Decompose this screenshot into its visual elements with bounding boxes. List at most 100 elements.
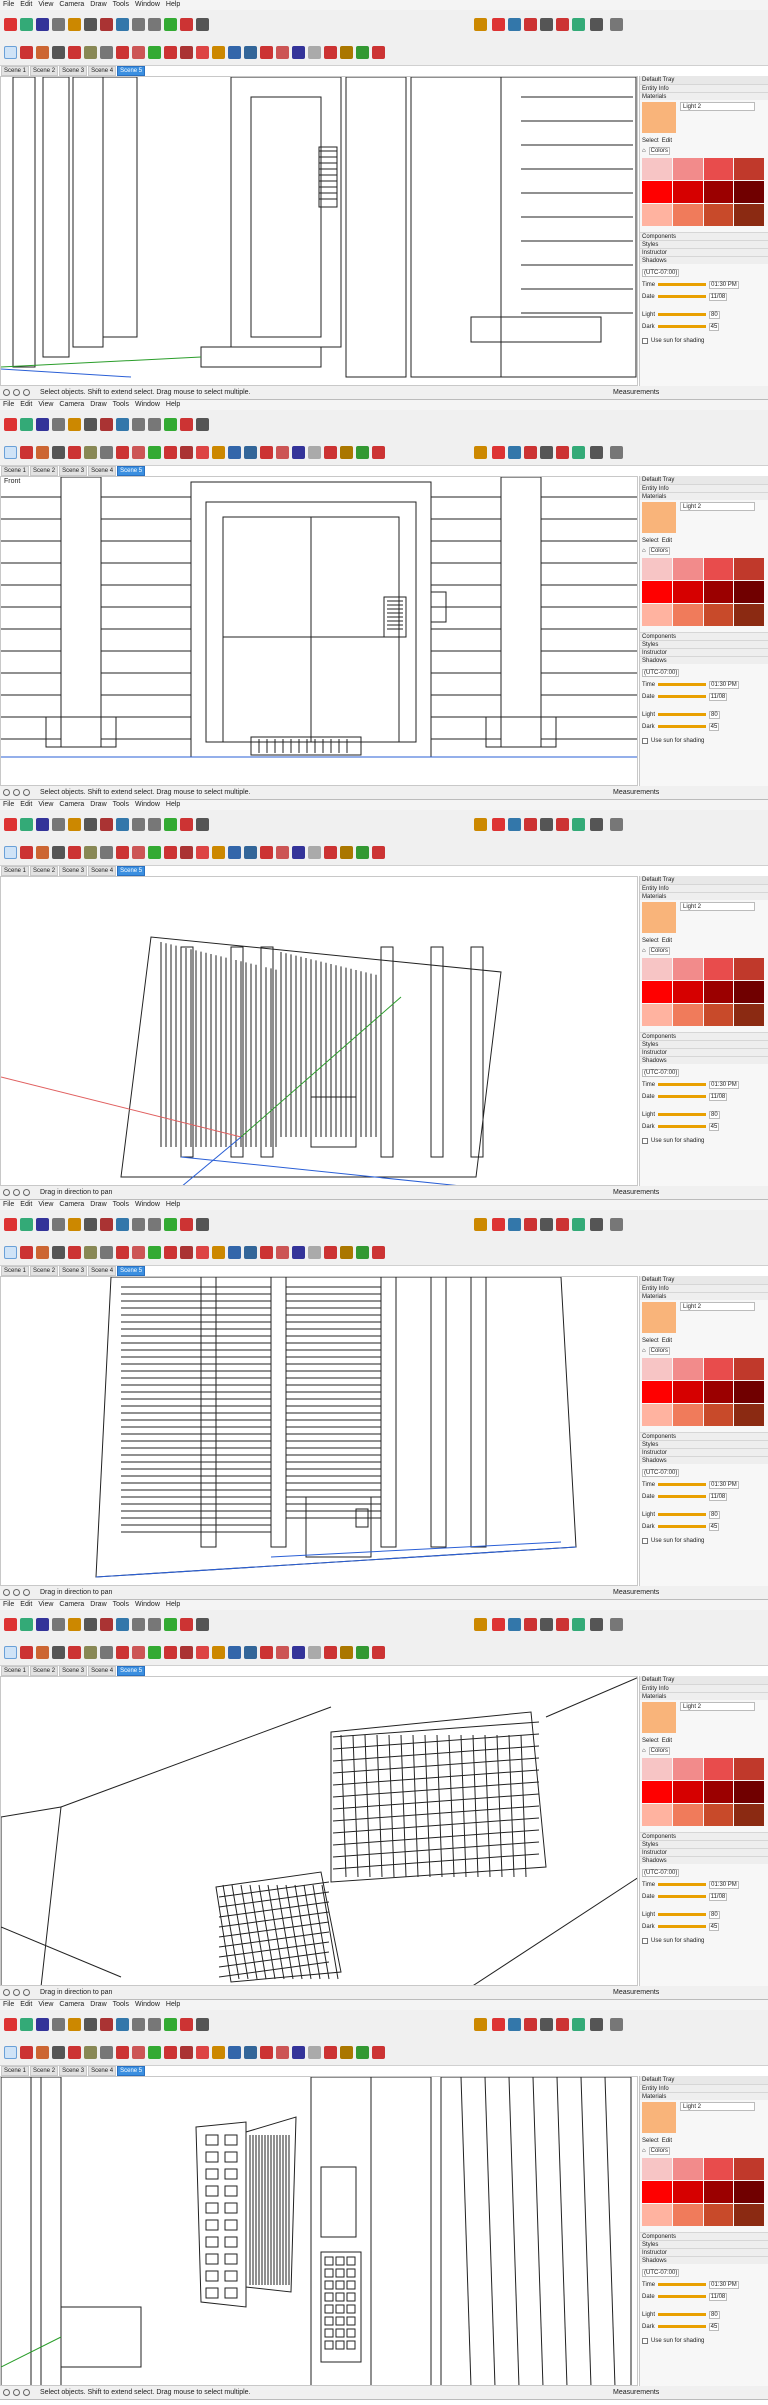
camera-tool-icon[interactable] xyxy=(540,1218,553,1231)
scene-tab-4[interactable]: Scene 4 xyxy=(88,2066,117,2076)
tool-icon[interactable] xyxy=(372,1646,385,1659)
material-name-field[interactable]: Light 2 xyxy=(680,502,755,511)
scene-tab-1[interactable]: Scene 1 xyxy=(1,66,30,76)
styles-header[interactable]: Styles xyxy=(640,2240,768,2248)
light-field[interactable]: 80 xyxy=(709,2310,720,2319)
tool-icon[interactable] xyxy=(212,46,225,59)
scene-tab-2[interactable]: Scene 2 xyxy=(30,1266,59,1276)
shadow-slider[interactable] xyxy=(657,1895,706,1898)
entity-info-header[interactable]: Entity Info xyxy=(640,884,768,892)
date-field[interactable]: 11/08 xyxy=(708,692,728,701)
tool-icon[interactable] xyxy=(148,2046,161,2059)
menu-file[interactable]: File xyxy=(3,800,14,810)
select-tab[interactable]: Select xyxy=(642,2138,659,2144)
time-field[interactable]: 01:30 PM xyxy=(709,680,739,689)
tool-icon[interactable] xyxy=(148,1646,161,1659)
tool-icon[interactable] xyxy=(212,2046,225,2059)
settings-icon[interactable] xyxy=(23,1589,30,1596)
tool-icon[interactable] xyxy=(36,1246,49,1259)
date-field[interactable]: 11/08 xyxy=(708,1892,728,1901)
tool-icon[interactable] xyxy=(372,46,385,59)
tool-icon[interactable] xyxy=(164,446,177,459)
toolbar-button-icon[interactable] xyxy=(20,1218,33,1231)
tool-icon[interactable] xyxy=(116,1646,129,1659)
material-color-cell[interactable] xyxy=(703,2181,734,2203)
library-dropdown[interactable]: Colors xyxy=(648,146,670,155)
dark-field[interactable]: 45 xyxy=(708,1922,720,1931)
shadow-slider[interactable] xyxy=(658,1913,707,1916)
scene-tab-3[interactable]: Scene 3 xyxy=(59,66,88,76)
tool-icon[interactable] xyxy=(164,2046,177,2059)
camera-tool-icon[interactable] xyxy=(610,446,623,459)
components-header[interactable]: Components xyxy=(640,1432,768,1440)
material-color-cell[interactable] xyxy=(642,1004,672,1026)
tool-icon[interactable] xyxy=(132,446,145,459)
shadow-slider[interactable] xyxy=(658,683,707,686)
menu-view[interactable]: View xyxy=(38,1200,53,1210)
material-color-cell[interactable] xyxy=(734,1404,764,1426)
toolbar-button-icon[interactable] xyxy=(52,1618,65,1631)
timezone-dropdown[interactable]: (UTC-07:00) xyxy=(642,2268,680,2277)
toolbar-button-icon[interactable] xyxy=(116,818,129,831)
tool-icon[interactable] xyxy=(100,846,113,859)
tool-icon[interactable] xyxy=(68,1246,81,1259)
scene-tab-4[interactable]: Scene 4 xyxy=(88,66,117,76)
material-color-cell[interactable] xyxy=(642,1781,672,1803)
material-swatch[interactable] xyxy=(642,2102,676,2133)
tool-icon[interactable] xyxy=(356,2046,369,2059)
shadows-header[interactable]: Shadows xyxy=(640,256,768,264)
tool-icon[interactable] xyxy=(52,2046,65,2059)
shadow-slider[interactable] xyxy=(657,325,706,328)
toolbar-button-icon[interactable] xyxy=(100,1218,113,1231)
tool-icon[interactable] xyxy=(100,1246,113,1259)
toolbar-button-icon[interactable] xyxy=(52,418,65,431)
material-name-field[interactable]: Light 2 xyxy=(680,2102,755,2111)
shadows-header[interactable]: Shadows xyxy=(640,1856,768,1864)
camera-tool-icon[interactable] xyxy=(610,818,623,831)
select-tab[interactable]: Select xyxy=(642,1338,659,1344)
tool-icon[interactable] xyxy=(4,846,17,859)
menu-tools[interactable]: Tools xyxy=(113,1200,129,1210)
menu-edit[interactable]: Edit xyxy=(20,1600,32,1610)
toolbar-button-icon[interactable] xyxy=(116,2018,129,2031)
shadows-header[interactable]: Shadows xyxy=(640,656,768,664)
components-header[interactable]: Components xyxy=(640,2232,768,2240)
shadow-slider[interactable] xyxy=(658,2283,707,2286)
tool-icon[interactable] xyxy=(52,1246,65,1259)
scene-tab-5[interactable]: Scene 5 xyxy=(117,2066,146,2076)
material-color-cell[interactable] xyxy=(672,2204,703,2226)
toolbar-button-icon[interactable] xyxy=(68,1618,81,1631)
toolbar-button-icon[interactable] xyxy=(116,1218,129,1231)
tool-icon[interactable] xyxy=(36,446,49,459)
scene-tab-2[interactable]: Scene 2 xyxy=(30,1666,59,1676)
camera-tool-icon[interactable] xyxy=(474,2018,487,2031)
tool-icon[interactable] xyxy=(180,2046,193,2059)
toolbar-button-icon[interactable] xyxy=(196,418,209,431)
timezone-dropdown[interactable]: (UTC-07:00) xyxy=(642,668,680,677)
menu-file[interactable]: File xyxy=(3,1600,14,1610)
tool-icon[interactable] xyxy=(4,1646,17,1659)
camera-tool-icon[interactable] xyxy=(492,1618,505,1631)
time-field[interactable]: 01:30 PM xyxy=(709,1080,739,1089)
toolbar-button-icon[interactable] xyxy=(132,818,145,831)
tool-icon[interactable] xyxy=(180,1246,193,1259)
tool-icon[interactable] xyxy=(340,846,353,859)
shadows-header[interactable]: Shadows xyxy=(640,1456,768,1464)
edit-tab[interactable]: Edit xyxy=(662,938,672,944)
tool-icon[interactable] xyxy=(132,1246,145,1259)
material-color-cell[interactable] xyxy=(672,1404,703,1426)
tool-icon[interactable] xyxy=(356,446,369,459)
camera-tool-icon[interactable] xyxy=(524,446,537,459)
material-color-cell[interactable] xyxy=(734,204,764,226)
material-color-cell[interactable] xyxy=(703,558,734,580)
tool-icon[interactable] xyxy=(324,2046,337,2059)
camera-tool-icon[interactable] xyxy=(590,1218,603,1231)
toolbar-button-icon[interactable] xyxy=(20,818,33,831)
menu-view[interactable]: View xyxy=(38,0,53,10)
settings-icon[interactable] xyxy=(23,1189,30,1196)
material-color-cell[interactable] xyxy=(734,1758,764,1780)
tool-icon[interactable] xyxy=(340,2046,353,2059)
edit-tab[interactable]: Edit xyxy=(662,1338,672,1344)
light-field[interactable]: 80 xyxy=(709,310,720,319)
menu-help[interactable]: Help xyxy=(166,1200,180,1210)
